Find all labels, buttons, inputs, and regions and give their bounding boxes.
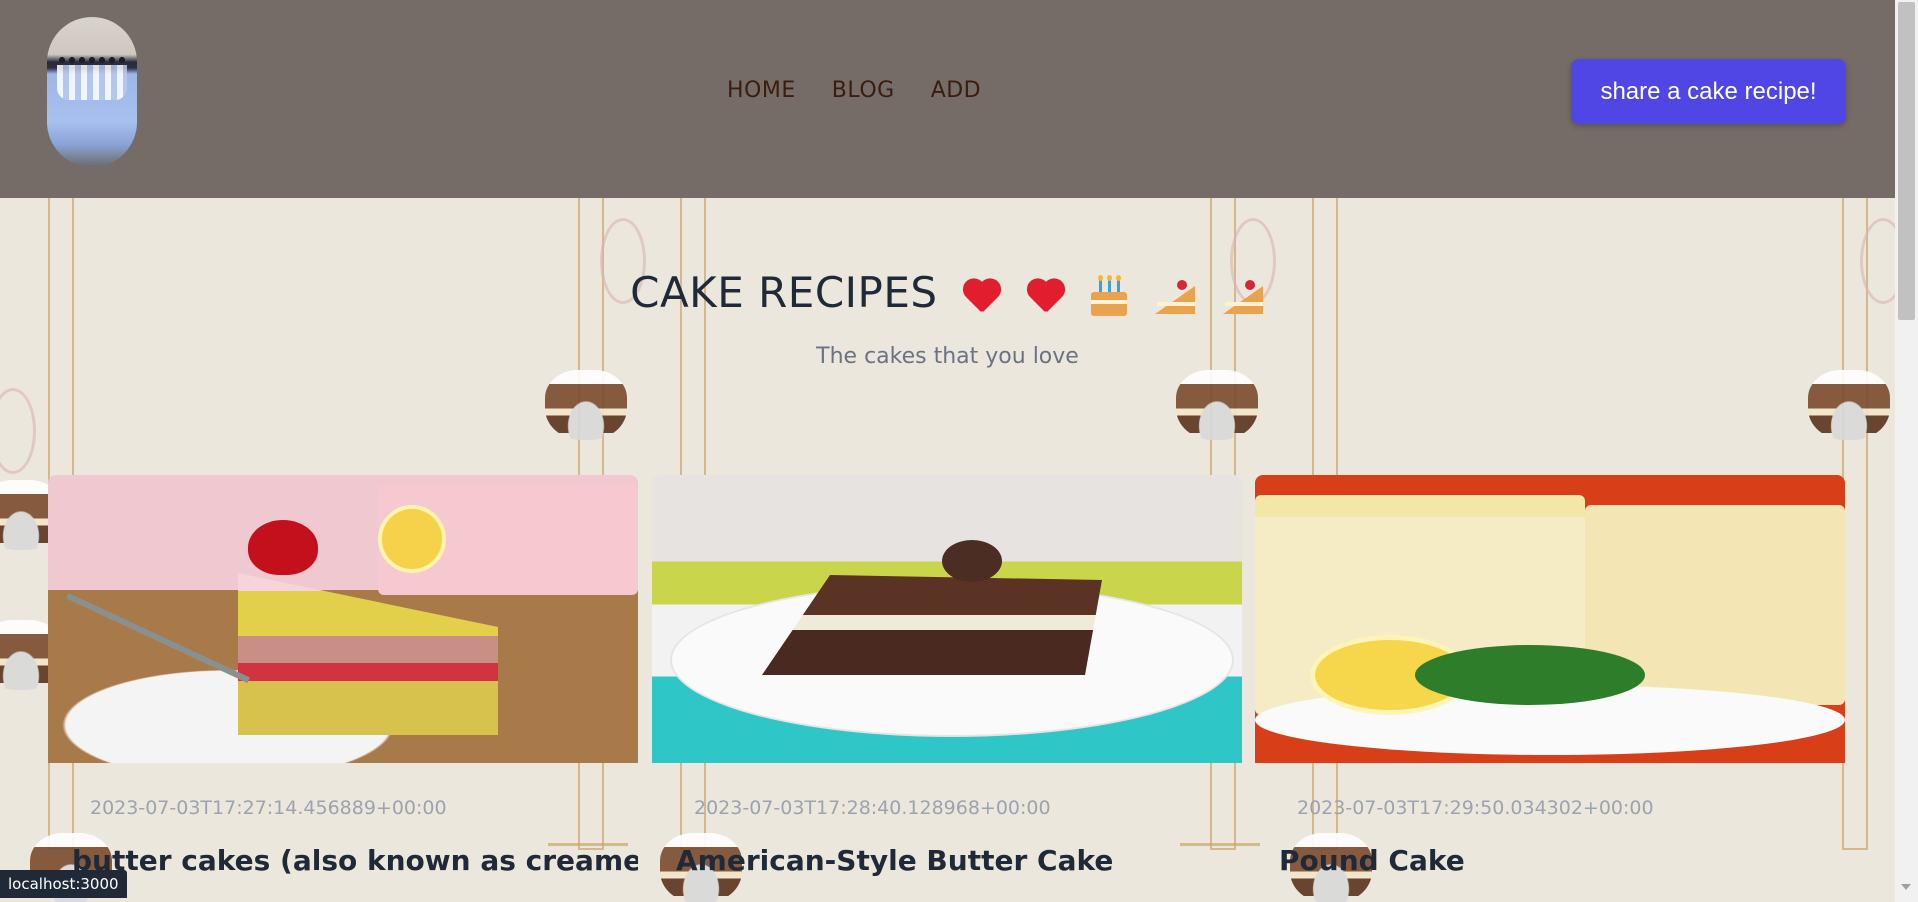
recipe-title[interactable]: butter cakes (also known as creamed cake…	[72, 844, 638, 877]
page-title-text: CAKE RECIPES	[630, 268, 938, 317]
recipe-image[interactable]	[1255, 475, 1845, 763]
main-nav: HOME BLOG ADD	[727, 78, 981, 103]
decorative-cake-icon	[1808, 370, 1890, 440]
recipe-card[interactable]: 2023-07-03T17:29:50.034302+00:00 Pound C…	[1255, 475, 1845, 902]
page-subtitle: The cakes that you love	[816, 344, 1079, 369]
recipe-card[interactable]: 2023-07-03T17:28:40.128968+00:00 America…	[652, 475, 1242, 902]
birthday-cake-icon	[1089, 274, 1129, 318]
recipe-date: 2023-07-03T17:27:14.456889+00:00	[90, 797, 447, 819]
recipe-date: 2023-07-03T17:29:50.034302+00:00	[1297, 797, 1654, 819]
decorative-cake-icon	[545, 370, 627, 440]
scroll-thumb[interactable]	[1898, 2, 1915, 320]
share-recipe-button[interactable]: share a cake recipe!	[1571, 59, 1846, 124]
page-title: CAKE RECIPES	[0, 268, 1895, 318]
recipe-title[interactable]: American-Style Butter Cake	[676, 844, 1113, 877]
scroll-down-icon[interactable]	[1901, 884, 1911, 890]
status-url: localhost:3000	[0, 870, 127, 898]
scrollbar[interactable]	[1895, 0, 1918, 902]
heart-icon	[961, 276, 1001, 316]
nav-blog[interactable]: BLOG	[832, 78, 895, 103]
nav-add[interactable]: ADD	[931, 78, 981, 103]
site-logo[interactable]	[47, 17, 137, 167]
heart-icon	[1025, 276, 1065, 316]
cake-slice-icon	[1153, 276, 1197, 316]
recipe-image[interactable]	[652, 475, 1242, 763]
nav-home[interactable]: HOME	[727, 78, 796, 103]
logo-drips	[57, 65, 127, 100]
recipe-card[interactable]: 2023-07-03T17:27:14.456889+00:00 butter …	[48, 475, 638, 902]
recipe-image[interactable]	[48, 475, 638, 763]
decorative-swirl	[0, 388, 36, 474]
cake-slice-icon	[1221, 276, 1265, 316]
recipe-title[interactable]: Pound Cake	[1279, 844, 1465, 877]
recipe-date: 2023-07-03T17:28:40.128968+00:00	[694, 797, 1051, 819]
site-header: HOME BLOG ADD share a cake recipe!	[0, 0, 1895, 198]
decorative-cake-icon	[1176, 370, 1258, 440]
